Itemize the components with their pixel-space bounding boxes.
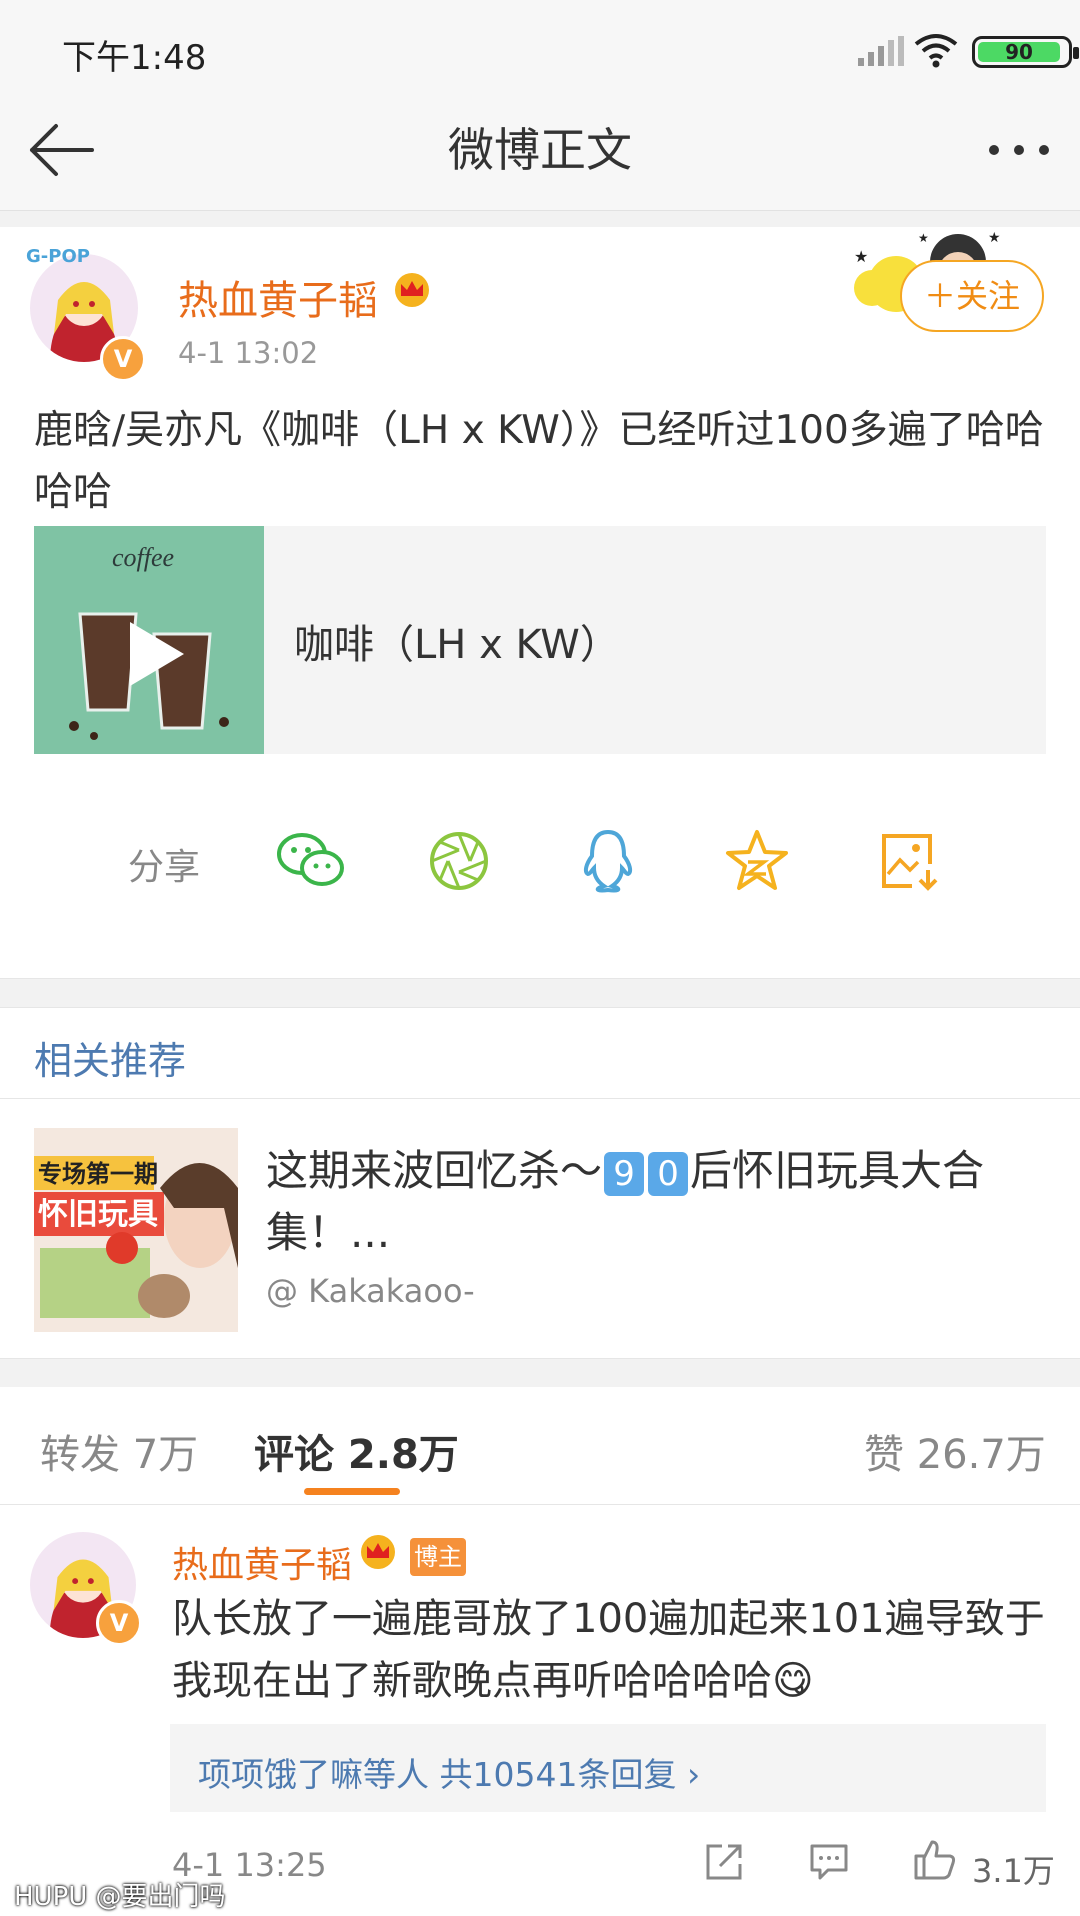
music-cover[interactable]: coffee bbox=[34, 526, 264, 754]
thumbnail-title: 怀旧玩具 bbox=[38, 1197, 158, 1232]
music-title[interactable]: 咖啡（LH x KW） bbox=[294, 612, 620, 670]
divider bbox=[0, 1098, 1080, 1099]
section-gap bbox=[0, 978, 1080, 1008]
post-time: 4-1 13:02 bbox=[178, 336, 319, 370]
watermark: HUPU @要出门吗 bbox=[14, 1882, 226, 1912]
commenter-name[interactable]: 热血黄子韬 bbox=[172, 1536, 352, 1588]
section-gap bbox=[0, 1358, 1080, 1387]
digit-keycap-icon: 9 bbox=[604, 1151, 645, 1196]
digit-keycap-icon: 0 bbox=[648, 1151, 689, 1196]
tab-repost[interactable]: 转发 7万 bbox=[40, 1422, 198, 1480]
tab-comment[interactable]: 评论 2.8万 bbox=[254, 1422, 459, 1480]
author-name[interactable]: 热血黄子韬 bbox=[178, 268, 378, 326]
share-label: 分享 bbox=[128, 847, 201, 888]
related-headline[interactable]: 这期来波回忆杀～ 9 0 后怀旧玩具大合集！... bbox=[266, 1140, 1056, 1264]
post-text: 鹿晗/吴亦凡《咖啡（LH x KW）》已经听过100多遍了哈哈哈哈 bbox=[34, 408, 1044, 515]
status-time: 下午1:48 bbox=[62, 38, 207, 78]
music-cover-title: coffee bbox=[112, 543, 174, 572]
svg-text:★: ★ bbox=[988, 230, 1001, 246]
moments-icon[interactable] bbox=[428, 830, 490, 892]
battery-indicator: 90 bbox=[972, 36, 1079, 68]
avatar-frame-text: G-POP bbox=[26, 246, 90, 267]
follow-button[interactable]: ＋关注 bbox=[900, 260, 1044, 332]
page-title: 微博正文 bbox=[448, 123, 632, 177]
verified-badge: V bbox=[100, 336, 146, 382]
signal-icon bbox=[858, 36, 904, 66]
like-count: 3.1万 bbox=[972, 1852, 1055, 1890]
verified-badge: V bbox=[96, 1600, 142, 1646]
more-options-icon[interactable] bbox=[986, 140, 1052, 160]
comment-icon[interactable] bbox=[808, 1842, 850, 1882]
host-tag: 博主 bbox=[410, 1538, 466, 1576]
active-tab-indicator bbox=[304, 1488, 400, 1495]
related-author[interactable]: @ Kakakaoo- bbox=[266, 1272, 475, 1310]
related-headline-part1: 这期来波回忆杀～ bbox=[266, 1146, 603, 1195]
comment-text: 队长放了一遍鹿哥放了100遍加起来101遍导致于我现在出了新歌晚点再听哈哈哈哈😋 bbox=[172, 1596, 1045, 1704]
related-thumbnail[interactable]: 专场第一期 怀旧玩具 bbox=[34, 1128, 238, 1332]
qq-icon[interactable] bbox=[578, 828, 638, 894]
like-icon[interactable] bbox=[912, 1836, 958, 1882]
qzone-icon[interactable] bbox=[724, 828, 790, 894]
tab-like[interactable]: 赞 26.7万 bbox=[864, 1422, 1046, 1480]
svg-text:★: ★ bbox=[854, 247, 868, 266]
share-icon[interactable] bbox=[704, 1842, 746, 1882]
crown-icon bbox=[361, 1535, 395, 1569]
save-image-icon[interactable] bbox=[878, 830, 940, 892]
wechat-icon[interactable] bbox=[276, 830, 346, 892]
crown-icon bbox=[395, 273, 429, 307]
replies-link[interactable]: 项项饿了嘛等人 共10541条回复 › bbox=[198, 1748, 700, 1796]
svg-text:★: ★ bbox=[918, 231, 929, 245]
divider bbox=[0, 1504, 1080, 1505]
thumbnail-subtitle: 专场第一期 bbox=[38, 1160, 158, 1188]
wifi-icon bbox=[914, 34, 958, 68]
related-title: 相关推荐 bbox=[34, 1039, 187, 1083]
